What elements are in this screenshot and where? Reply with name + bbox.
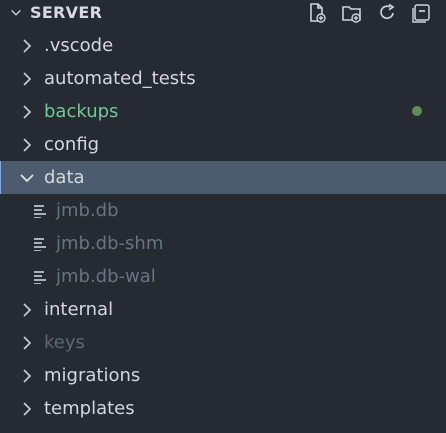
file-icon xyxy=(34,205,46,218)
file-label-jmb-db-wal: jmb.db-wal xyxy=(56,266,156,287)
file-tree: .vscode automated_tests backups config d… xyxy=(0,29,446,425)
chevron-down-icon[interactable] xyxy=(9,6,23,20)
chevron-down-icon[interactable] xyxy=(19,170,35,186)
new-folder-button[interactable] xyxy=(340,1,364,25)
tree-row-data[interactable]: data xyxy=(0,161,446,194)
chevron-right-icon[interactable] xyxy=(19,137,35,153)
file-icon xyxy=(34,271,46,284)
folder-label-automated-tests: automated_tests xyxy=(44,68,196,89)
tree-row-templates[interactable]: templates xyxy=(0,392,446,425)
folder-label-internal: internal xyxy=(44,299,114,320)
collapse-all-icon xyxy=(412,4,430,23)
tree-row-jmb-db-wal[interactable]: jmb.db-wal xyxy=(0,260,446,293)
new-file-icon xyxy=(310,3,326,23)
chevron-right-icon[interactable] xyxy=(19,335,35,351)
folder-label-config: config xyxy=(44,134,100,155)
tree-row-backups[interactable]: backups xyxy=(0,95,446,128)
folder-label-data: data xyxy=(44,167,85,188)
folder-label-migrations: migrations xyxy=(44,365,141,386)
tree-row-jmb-db[interactable]: jmb.db xyxy=(0,194,446,227)
folder-label-keys: keys xyxy=(44,332,85,353)
collapse-all-button[interactable] xyxy=(410,1,434,25)
folder-label-vscode: .vscode xyxy=(44,35,114,56)
file-label-jmb-db-shm: jmb.db-shm xyxy=(56,233,164,254)
new-file-button[interactable] xyxy=(305,1,329,25)
file-explorer: SERVER .vscode automated_tests backups c… xyxy=(0,0,446,433)
folder-label-backups: backups xyxy=(44,101,119,122)
tree-row-jmb-db-shm[interactable]: jmb.db-shm xyxy=(0,227,446,260)
explorer-header[interactable]: SERVER xyxy=(0,0,446,28)
refresh-icon xyxy=(380,3,395,20)
chevron-right-icon[interactable] xyxy=(19,38,35,54)
new-folder-icon xyxy=(342,6,361,23)
folder-label-templates: templates xyxy=(44,398,135,419)
chevron-right-icon[interactable] xyxy=(19,104,35,120)
refresh-button[interactable] xyxy=(375,1,399,25)
tree-row-migrations[interactable]: migrations xyxy=(0,359,446,392)
tree-row-keys[interactable]: keys xyxy=(0,326,446,359)
chevron-right-icon[interactable] xyxy=(19,302,35,318)
chevron-right-icon[interactable] xyxy=(19,368,35,384)
tree-row-vscode[interactable]: .vscode xyxy=(0,29,446,62)
explorer-actions xyxy=(305,1,434,25)
chevron-right-icon[interactable] xyxy=(19,401,35,417)
file-icon xyxy=(34,238,46,251)
tree-row-automated-tests[interactable]: automated_tests xyxy=(0,62,446,95)
file-label-jmb-db: jmb.db xyxy=(56,200,119,221)
tree-row-internal[interactable]: internal xyxy=(0,293,446,326)
chevron-right-icon[interactable] xyxy=(19,71,35,87)
git-status-dot xyxy=(412,106,422,116)
tree-row-config[interactable]: config xyxy=(0,128,446,161)
explorer-title: SERVER xyxy=(30,3,103,22)
